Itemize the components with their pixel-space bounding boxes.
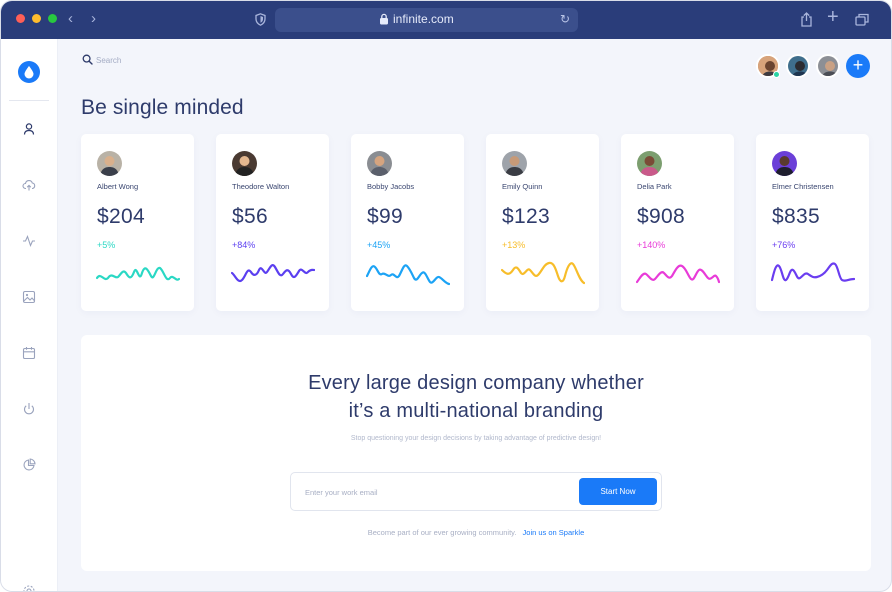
browser-window: ‹ › infinite.com ↻ + Search + Be single …	[0, 0, 892, 592]
app-logo[interactable]	[18, 61, 40, 83]
cta-footer-text: Become part of our ever growing communit…	[367, 528, 517, 537]
sparkline	[636, 264, 720, 284]
stat-card[interactable]: Theodore Walton $56 +84%	[216, 134, 329, 311]
card-name: Bobby Jacobs	[367, 182, 415, 191]
signup-section: Every large design company whether it’s …	[81, 335, 871, 571]
avatar[interactable]	[816, 54, 840, 78]
stat-card[interactable]: Delia Park $908 +140%	[621, 134, 734, 311]
maximize-window-button[interactable]	[48, 14, 57, 23]
person-photo	[788, 56, 808, 76]
settings-icon[interactable]	[22, 584, 36, 592]
card-amount: $204	[97, 205, 145, 228]
cta-footer: Become part of our ever growing communit…	[81, 528, 871, 537]
join-sparkle-link[interactable]: Join us on Sparkle	[523, 528, 585, 537]
image-icon[interactable]	[22, 290, 36, 304]
avatar	[367, 151, 392, 176]
plus-icon: +	[852, 55, 864, 75]
chevron-left-icon[interactable]: ‹	[68, 10, 73, 28]
url-text: infinite.com	[393, 12, 454, 26]
card-name: Emily Quinn	[502, 182, 543, 191]
cta-headline-line1: Every large design company whether	[308, 372, 644, 394]
sparkline	[501, 261, 585, 285]
cta-headline-line2: it’s a multi-national branding	[348, 400, 604, 422]
avatar[interactable]	[786, 54, 810, 78]
new-tab-icon[interactable]: +	[827, 7, 839, 27]
online-status-dot	[773, 71, 780, 78]
lock-icon	[380, 13, 388, 25]
search-input[interactable]	[96, 53, 216, 67]
person-photo	[502, 151, 527, 176]
browser-titlebar: ‹ › infinite.com ↻ +	[1, 1, 891, 39]
shield-icon[interactable]	[255, 13, 266, 26]
card-change: +140%	[637, 240, 666, 250]
page-title: Be single minded	[81, 96, 244, 119]
search-icon[interactable]	[82, 54, 93, 65]
start-now-button[interactable]: Start Now	[579, 478, 657, 505]
email-field[interactable]	[305, 485, 565, 499]
sidebar-divider	[9, 100, 49, 101]
user-icon[interactable]	[22, 122, 36, 136]
person-photo	[97, 151, 122, 176]
close-window-button[interactable]	[16, 14, 25, 23]
person-photo	[637, 151, 662, 176]
card-name: Elmer Christensen	[772, 182, 834, 191]
minimize-window-button[interactable]	[32, 14, 41, 23]
person-photo	[367, 151, 392, 176]
card-amount: $835	[772, 205, 820, 228]
stat-card[interactable]: Bobby Jacobs $99 +45%	[351, 134, 464, 311]
card-amount: $56	[232, 205, 268, 228]
card-amount: $99	[367, 205, 403, 228]
sparkline	[771, 262, 855, 282]
avatar	[232, 151, 257, 176]
avatar	[772, 151, 797, 176]
sparkline	[96, 266, 180, 281]
stat-card[interactable]: Emily Quinn $123 +13%	[486, 134, 599, 311]
card-change: +76%	[772, 240, 796, 250]
person-photo	[818, 56, 838, 76]
tabs-overview-icon[interactable]	[855, 13, 869, 26]
avatar	[637, 151, 662, 176]
cloud-upload-icon[interactable]	[22, 178, 36, 192]
card-amount: $908	[637, 205, 685, 228]
card-change: +5%	[97, 240, 116, 250]
stat-card[interactable]: Elmer Christensen $835 +76%	[756, 134, 869, 311]
chevron-right-icon[interactable]: ›	[91, 10, 96, 28]
drop-icon	[24, 66, 34, 79]
card-name: Theodore Walton	[232, 182, 290, 191]
person-photo	[232, 151, 257, 176]
card-change: +13%	[502, 240, 526, 250]
power-icon[interactable]	[22, 402, 36, 416]
address-bar[interactable]: infinite.com ↻	[275, 8, 578, 32]
reload-icon[interactable]: ↻	[560, 12, 570, 26]
activity-icon[interactable]	[22, 234, 36, 248]
stat-card[interactable]: Albert Wong $204 +5%	[81, 134, 194, 311]
email-form: Start Now	[290, 472, 662, 511]
pie-chart-icon[interactable]	[22, 458, 36, 472]
sparkline	[231, 264, 315, 283]
sparkline	[366, 264, 450, 286]
card-change: +45%	[367, 240, 391, 250]
card-name: Delia Park	[637, 182, 672, 191]
avatar	[502, 151, 527, 176]
add-button[interactable]: +	[846, 54, 870, 78]
card-change: +84%	[232, 240, 256, 250]
avatar	[97, 151, 122, 176]
card-name: Albert Wong	[97, 182, 139, 191]
calendar-icon[interactable]	[22, 346, 36, 360]
cta-subtext: Stop questioning your design decisions b…	[350, 435, 602, 442]
share-icon[interactable]	[800, 12, 813, 27]
card-amount: $123	[502, 205, 550, 228]
sidebar	[1, 39, 58, 592]
person-photo	[772, 151, 797, 176]
